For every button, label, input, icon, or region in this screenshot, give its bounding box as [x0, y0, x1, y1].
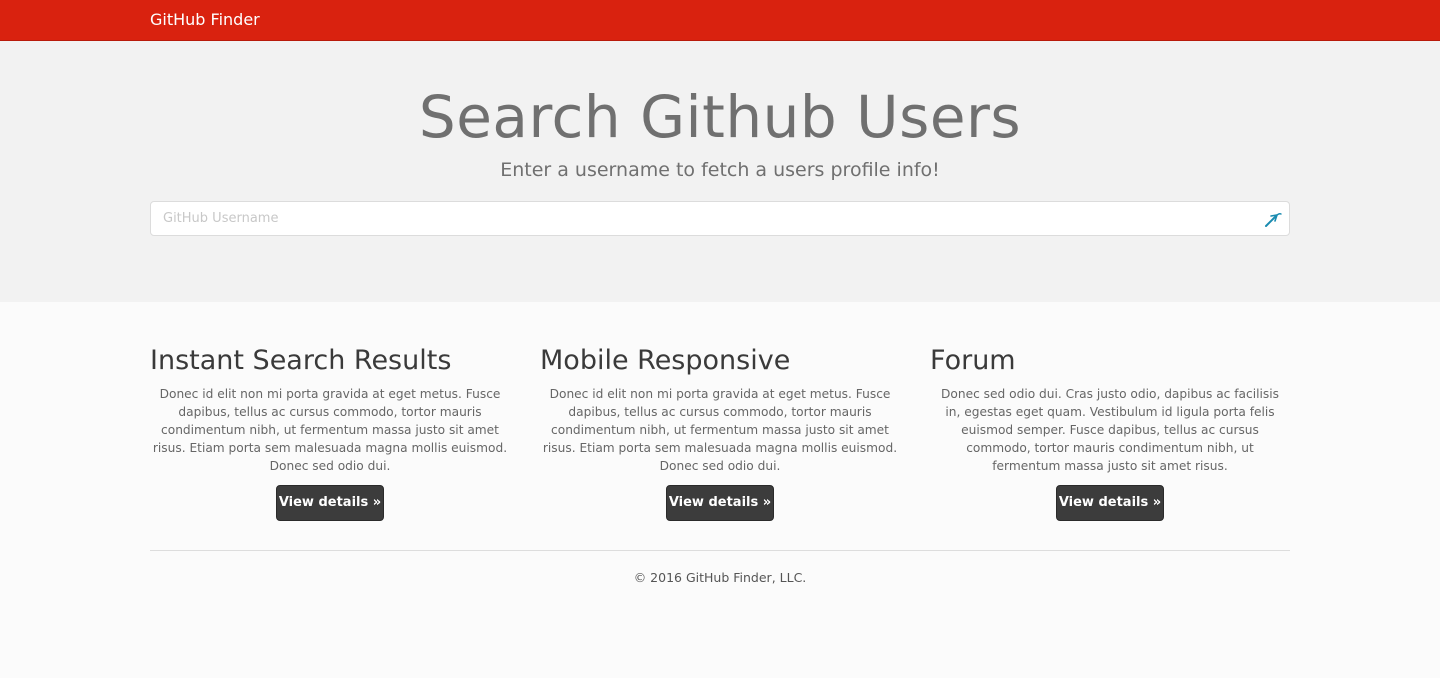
search-box: [150, 201, 1290, 236]
feature-text: Donec id elit non mi porta gravida at eg…: [542, 387, 898, 473]
autofill-icon[interactable]: [1263, 209, 1283, 229]
view-details-button[interactable]: View details »: [666, 485, 774, 521]
feature-title: Instant Search Results: [150, 345, 452, 376]
feature-title: Mobile Responsive: [540, 345, 791, 376]
feature-text: Donec sed odio dui. Cras justo odio, dap…: [941, 387, 1279, 473]
hero-section: Search Github Users Enter a username to …: [0, 41, 1440, 302]
feature-instant-search: Instant Search Results Donec id elit non…: [150, 345, 510, 521]
footer-text: © 2016 GitHub Finder, LLC.: [633, 570, 807, 585]
feature-text: Donec id elit non mi porta gravida at eg…: [152, 387, 508, 473]
feature-forum: Forum Donec sed odio dui. Cras justo odi…: [930, 345, 1290, 521]
brand-link[interactable]: GitHub Finder: [150, 10, 260, 29]
page-subtitle: Enter a username to fetch a users profil…: [500, 159, 940, 181]
feature-title: Forum: [930, 345, 1016, 376]
page-title: Search Github Users: [418, 83, 1022, 151]
view-details-button[interactable]: View details »: [1056, 485, 1164, 521]
feature-mobile-responsive: Mobile Responsive Donec id elit non mi p…: [540, 345, 900, 521]
search-input[interactable]: [151, 202, 1289, 235]
view-details-button[interactable]: View details »: [276, 485, 384, 521]
navbar: GitHub Finder: [0, 0, 1440, 41]
divider: [150, 550, 1290, 551]
